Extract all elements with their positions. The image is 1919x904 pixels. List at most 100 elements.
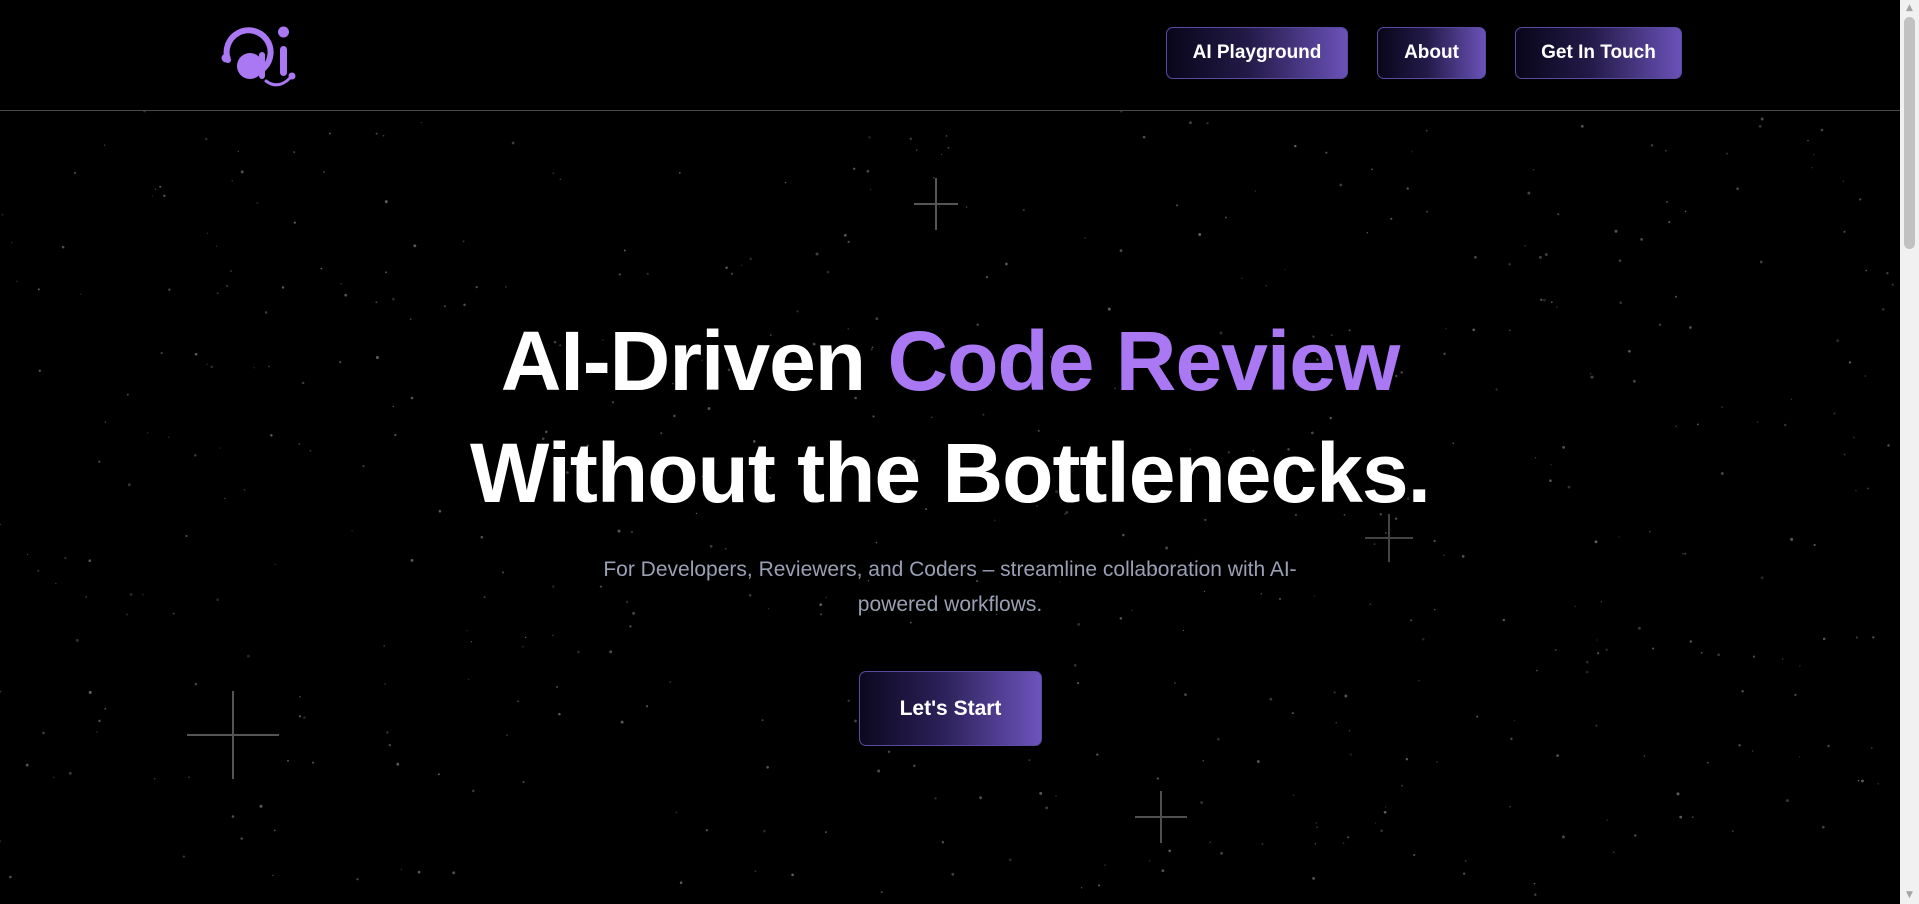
- star-dot: [730, 272, 734, 275]
- star-dot: [1401, 784, 1404, 787]
- nav-get-in-touch-button[interactable]: Get In Touch: [1515, 27, 1682, 79]
- star-dot: [1650, 144, 1654, 147]
- star-dot: [1175, 204, 1179, 207]
- star-dot: [1606, 819, 1608, 821]
- star-dot: [274, 563, 276, 566]
- star-dot: [1675, 295, 1677, 298]
- star-dot: [843, 233, 847, 237]
- star-dot: [847, 240, 850, 244]
- star-dot: [725, 266, 728, 269]
- star-dot: [259, 804, 263, 808]
- star-dot: [1556, 754, 1559, 757]
- star-dot: [1464, 859, 1467, 862]
- star-dot: [383, 645, 386, 647]
- star-dot: [1165, 546, 1169, 550]
- star-dot: [913, 764, 916, 768]
- star-dot: [709, 544, 713, 548]
- star-dot: [1550, 301, 1553, 304]
- star-dot: [299, 695, 301, 698]
- star-dot: [618, 273, 621, 276]
- star-dot: [320, 267, 323, 270]
- star-dot: [620, 720, 624, 724]
- star-dot: [103, 144, 106, 146]
- star-dot: [281, 286, 285, 289]
- star-dot: [384, 683, 387, 685]
- star-dot: [231, 815, 235, 818]
- star-dot: [1476, 715, 1479, 718]
- star-dot: [1798, 756, 1801, 758]
- star-dot: [1612, 851, 1615, 854]
- star-dot: [0, 840, 1, 842]
- star-dot: [1540, 298, 1543, 301]
- star-dot: [1462, 872, 1466, 876]
- scroll-down-arrow-icon[interactable]: ▼: [1900, 887, 1919, 904]
- star-dot: [1366, 231, 1369, 234]
- ai-logo-icon[interactable]: [218, 20, 304, 88]
- lets-start-button[interactable]: Let's Start: [859, 671, 1042, 746]
- star-dot: [1380, 829, 1383, 833]
- star-dot: [204, 137, 208, 141]
- star-dot: [678, 171, 681, 174]
- star-dot: [646, 272, 649, 275]
- star-dot: [1614, 229, 1618, 233]
- star-dot: [1461, 555, 1465, 558]
- star-dot: [1161, 869, 1165, 873]
- star-dot: [1785, 799, 1789, 803]
- star-dot: [1741, 690, 1744, 693]
- star-dot: [1241, 277, 1243, 279]
- nav-ai-playground-button[interactable]: AI Playground: [1166, 27, 1348, 79]
- star-dot: [11, 242, 13, 244]
- star-dot: [1527, 191, 1531, 195]
- star-dot: [437, 773, 440, 776]
- scrollbar-thumb[interactable]: [1904, 17, 1915, 249]
- star-dot: [206, 232, 209, 235]
- star-dot: [470, 641, 473, 643]
- star-dot: [1751, 750, 1754, 752]
- star-dot: [75, 638, 79, 642]
- star-dot: [1758, 124, 1762, 128]
- star-dot: [410, 559, 414, 562]
- star-dot: [16, 280, 18, 282]
- star-dot: [247, 654, 250, 658]
- star-dot: [151, 195, 154, 197]
- star-dot: [947, 146, 950, 149]
- star-dot: [323, 171, 325, 173]
- hero-title: AI-Driven Code Review Without the Bottle…: [0, 305, 1900, 529]
- star-dot: [480, 535, 484, 539]
- star-dot: [182, 855, 186, 858]
- star-dot: [1760, 576, 1764, 580]
- star-dot: [37, 288, 40, 291]
- star-dot: [388, 743, 392, 747]
- star-dot: [1292, 794, 1295, 796]
- star-dot: [1335, 721, 1338, 724]
- star-dot: [1652, 647, 1655, 650]
- star-dot: [1104, 864, 1106, 866]
- scroll-up-arrow-icon[interactable]: ▲: [1900, 0, 1919, 17]
- star-dot: [1502, 618, 1506, 622]
- star-dot: [1312, 877, 1315, 880]
- star-dot: [26, 554, 29, 556]
- star-dot: [37, 569, 40, 572]
- star-dot: [868, 136, 871, 139]
- star-dot: [1443, 554, 1445, 556]
- star-dot: [511, 141, 515, 145]
- star-dot: [869, 188, 872, 191]
- hero-subtitle: For Developers, Reviewers, and Coders – …: [603, 558, 1297, 616]
- star-dot: [1618, 259, 1622, 262]
- nav-about-button[interactable]: About: [1377, 27, 1486, 79]
- star-dot: [303, 716, 306, 719]
- star-dot: [1822, 637, 1826, 641]
- star-dot: [9, 875, 12, 879]
- star-dot: [1349, 753, 1352, 756]
- star-dot: [761, 719, 764, 722]
- star-dot: [375, 132, 378, 135]
- star-dot: [951, 872, 955, 876]
- star-dot: [1189, 121, 1192, 125]
- hero-title-part1: AI-Driven: [500, 314, 888, 408]
- star-dot: [1200, 801, 1204, 804]
- vertical-scrollbar[interactable]: ▲ ▼: [1900, 0, 1919, 904]
- star-dot: [1142, 135, 1146, 139]
- star-dot: [1220, 852, 1223, 855]
- star-dot: [1022, 208, 1025, 212]
- star-dot: [1039, 791, 1043, 795]
